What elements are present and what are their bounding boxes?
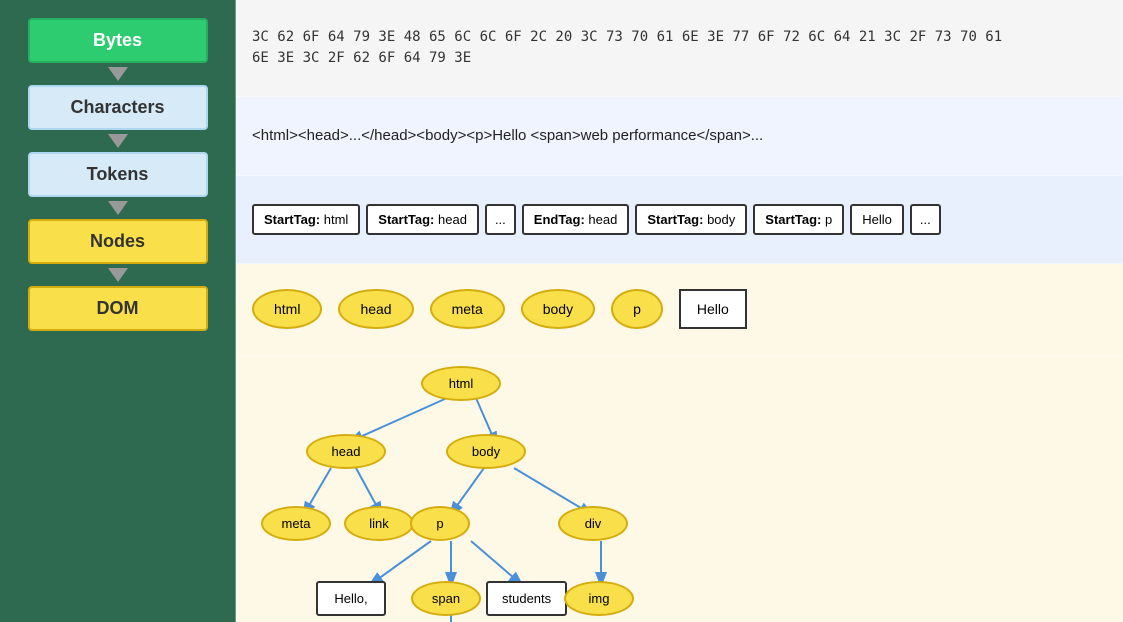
token-ellipsis1: ... <box>485 204 516 235</box>
tokens-label: Tokens <box>87 164 149 184</box>
token-hello: Hello <box>850 204 904 235</box>
tokens-section: StartTag: html StartTag: head ... EndTag… <box>236 176 1123 264</box>
pipeline: Bytes Characters Tokens Nodes DOM <box>0 0 235 622</box>
dom-body: body <box>446 434 526 469</box>
tokens-row: StartTag: html StartTag: head ... EndTag… <box>252 204 941 235</box>
token-endhead: EndTag: head <box>522 204 630 235</box>
bytes-label: Bytes <box>93 30 142 50</box>
bytes-section: 3C 62 6F 64 79 3E 48 65 6C 6C 6F 2C 20 3… <box>236 0 1123 97</box>
bytes-text: 3C 62 6F 64 79 3E 48 65 6C 6C 6F 2C 20 3… <box>252 27 1002 69</box>
node-body: body <box>521 289 595 329</box>
characters-text: <html><head>...</head><body><p>Hello <sp… <box>252 127 763 144</box>
content-area: 3C 62 6F 64 79 3E 48 65 6C 6C 6F 2C 20 3… <box>235 0 1123 622</box>
dom-meta: meta <box>261 506 331 541</box>
nodes-label: Nodes <box>90 231 145 251</box>
token-starthtml: StartTag: html <box>252 204 360 235</box>
token-starthead: StartTag: head <box>366 204 479 235</box>
nodes-section: html head meta body p Hello <box>236 264 1123 356</box>
dom-div: div <box>558 506 628 541</box>
dom-img: img <box>564 581 634 616</box>
dom-box: DOM <box>28 286 208 331</box>
node-head: head <box>338 289 413 329</box>
main-container: Bytes Characters Tokens Nodes DOM 3C 62 … <box>0 0 1123 622</box>
dom-head: head <box>306 434 386 469</box>
dom-span: span <box>411 581 481 616</box>
dom-p: p <box>410 506 470 541</box>
dom-students: students <box>486 581 567 616</box>
token-ellipsis2: ... <box>910 204 941 235</box>
dom-section: html head body meta link p div Hello, sp… <box>236 356 1123 622</box>
dom-hello-comma: Hello, <box>316 581 386 616</box>
node-meta: meta <box>430 289 505 329</box>
arrow-nodes-dom <box>108 268 128 282</box>
node-hello-box: Hello <box>679 289 747 329</box>
dom-link: link <box>344 506 414 541</box>
arrow-bytes-chars <box>108 67 128 81</box>
bytes-box: Bytes <box>28 18 208 63</box>
dom-label: DOM <box>97 298 139 318</box>
node-html: html <box>252 289 322 329</box>
tokens-box: Tokens <box>28 152 208 197</box>
characters-section: <html><head>...</head><body><p>Hello <sp… <box>236 97 1123 176</box>
dom-html: html <box>421 366 501 401</box>
token-startp: StartTag: p <box>753 204 844 235</box>
token-startbody: StartTag: body <box>635 204 747 235</box>
arrow-tokens-nodes <box>108 201 128 215</box>
node-p: p <box>611 289 663 329</box>
arrow-chars-tokens <box>108 134 128 148</box>
characters-label: Characters <box>70 97 164 117</box>
nodes-box: Nodes <box>28 219 208 264</box>
nodes-row: html head meta body p Hello <box>252 289 747 329</box>
characters-box: Characters <box>28 85 208 130</box>
